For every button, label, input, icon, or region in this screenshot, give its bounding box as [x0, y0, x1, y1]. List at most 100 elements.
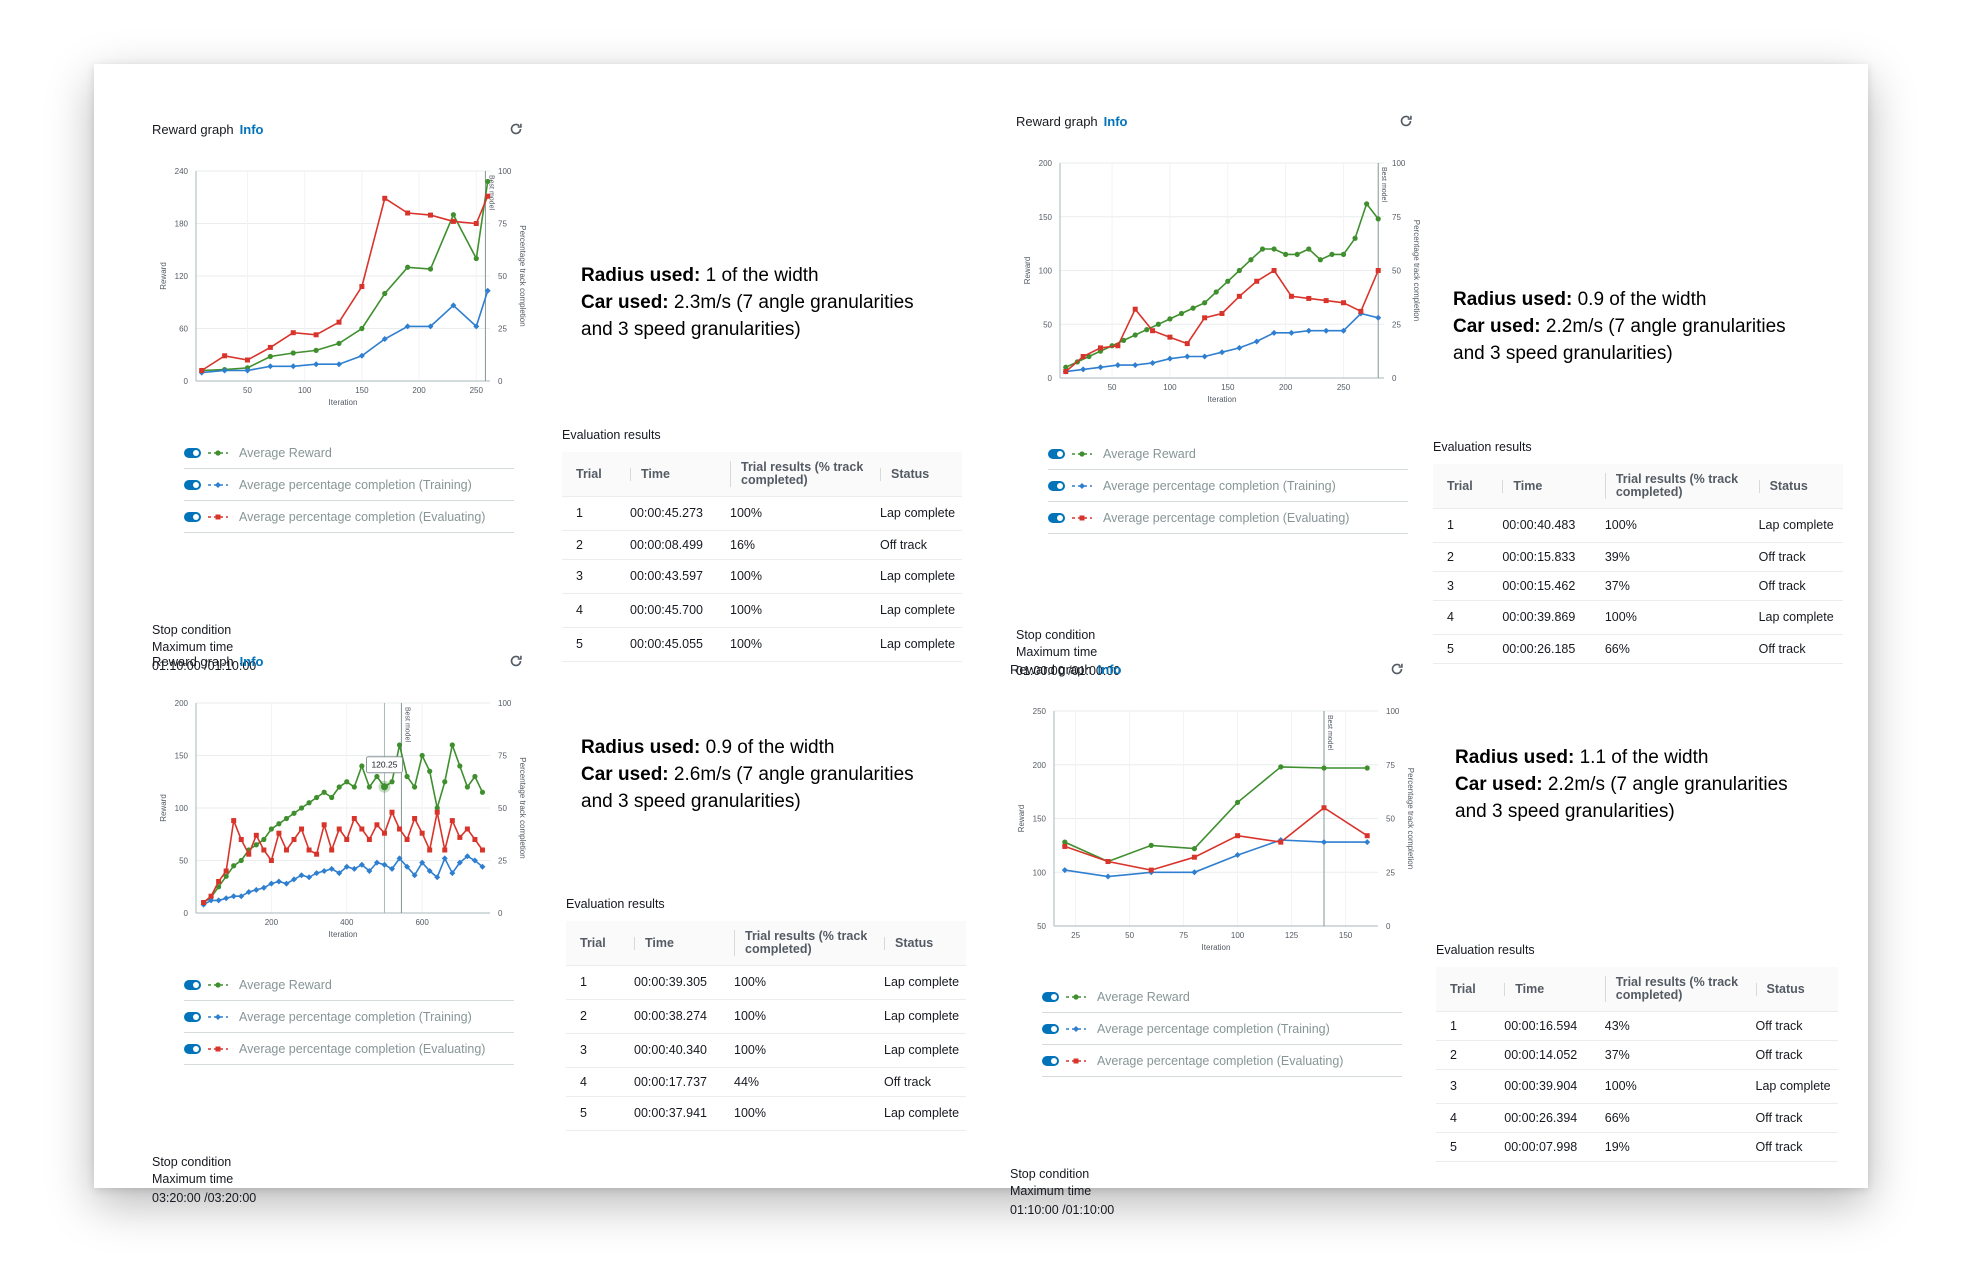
toggle-switch[interactable]: [184, 979, 201, 990]
legend-item: Average percentage completion (Evaluatin…: [1042, 1045, 1402, 1077]
reward-graph-chart: 50 100 150 200 250 0 25 50 75 100 25 50 75 100 125 150 I…: [1017, 707, 1415, 952]
evaluation-results-title: Evaluation results: [566, 897, 665, 911]
panel-top-right: Reward graph Info 0 50 100 150 200 0 25 50 75 100 5…: [1016, 114, 1866, 678]
y2-tick-label: 0: [1392, 374, 1397, 383]
data-point: [238, 837, 244, 842]
data-point: [450, 212, 456, 218]
data-point: [1283, 251, 1289, 257]
chart-legend: Average Reward Average percentage complet…: [1048, 438, 1408, 534]
radius-label: Radius used:: [1455, 747, 1575, 768]
column-header: Status: [1744, 464, 1843, 509]
table-cell: 4: [1433, 600, 1489, 635]
legend-item: Average Reward: [1048, 438, 1408, 470]
y2-axis-label: Percentage track completion: [518, 757, 527, 858]
data-point: [457, 834, 463, 840]
data-point: [314, 851, 320, 857]
data-point: [397, 826, 403, 832]
toggle-switch[interactable]: [1048, 480, 1065, 491]
toggle-switch[interactable]: [1042, 1023, 1059, 1034]
info-link[interactable]: Info: [240, 654, 264, 669]
legend-marker: [215, 514, 221, 519]
data-point: [1080, 354, 1086, 359]
info-link[interactable]: Info: [240, 122, 264, 137]
table-cell: 00:00:45.700: [616, 593, 716, 628]
table-cell: 2: [1436, 1040, 1491, 1070]
refresh-icon[interactable]: [509, 122, 523, 136]
table-row: 1 00:00:39.305 100% Lap complete: [566, 965, 966, 1000]
data-point: [1190, 305, 1196, 311]
refresh-icon[interactable]: [1390, 662, 1404, 676]
data-point: [351, 865, 358, 872]
toggle-switch[interactable]: [184, 479, 201, 490]
series-line: [203, 742, 484, 904]
column-header: Trial results (% track completed): [1590, 464, 1745, 509]
legend-item: Average Reward: [184, 969, 514, 1001]
composite-card: Reward graph Info 0 60 120 180 240 0 25 50 75 100 5…: [94, 64, 1868, 1217]
reward-graph-title: Reward graph Info: [1016, 114, 1127, 129]
toggle-switch[interactable]: [1048, 512, 1065, 523]
data-point: [442, 847, 448, 853]
config-description: Radius used: 1 of the width Car used: 2.…: [581, 262, 914, 343]
data-point: [1201, 353, 1208, 360]
table-header-row: Trial Time Trial results (% track complete…: [562, 452, 962, 497]
info-link[interactable]: Info: [1098, 662, 1122, 677]
x-tick-label: 200: [1279, 383, 1293, 392]
y2-tick-label: 0: [1386, 922, 1391, 931]
table-row: 2 00:00:08.499 16% Off track: [562, 530, 962, 560]
car-value-line1: 2.6m/s (7 angle granularities: [673, 764, 914, 785]
toggle-switch[interactable]: [184, 447, 201, 458]
legend-swatch-icon: [1066, 1058, 1086, 1063]
legend-marker: [215, 1013, 221, 1020]
toggle-switch[interactable]: [184, 511, 201, 522]
toggle-switch[interactable]: [184, 1043, 201, 1054]
toggle-switch[interactable]: [1042, 1055, 1059, 1066]
table-cell: Lap complete: [1741, 1069, 1838, 1104]
legend-marker: [215, 449, 221, 456]
data-point: [276, 821, 282, 827]
stop-condition-label: Stop condition: [1016, 628, 1096, 642]
data-point: [313, 347, 319, 353]
legend-item: Average percentage completion (Training): [1048, 470, 1408, 502]
table-row: 3 00:00:40.340 100% Lap complete: [566, 1033, 966, 1068]
table-row: 5 00:00:07.998 19% Off track: [1436, 1132, 1838, 1162]
table-cell: Lap complete: [870, 965, 966, 1000]
data-point: [1352, 235, 1358, 241]
table-row: 1 00:00:16.594 43% Off track: [1436, 1011, 1838, 1041]
data-point: [1271, 268, 1277, 273]
data-point: [404, 773, 410, 780]
toggle-switch[interactable]: [1042, 991, 1059, 1002]
table-cell: 00:00:39.904: [1490, 1069, 1591, 1104]
toggle-switch[interactable]: [184, 1011, 201, 1022]
y-tick-label: 180: [175, 220, 189, 229]
reward-graph-title-text: Reward graph: [1016, 114, 1098, 129]
refresh-icon[interactable]: [1399, 114, 1413, 128]
data-point: [479, 847, 485, 853]
y-tick-label: 120: [175, 272, 189, 281]
table-cell: 00:00:08.499: [616, 530, 716, 560]
y-tick-label: 150: [1039, 213, 1053, 222]
radius-value: 0.9 of the width: [1577, 289, 1707, 310]
data-point: [427, 768, 433, 774]
table-cell: Lap complete: [866, 593, 962, 628]
table-row: 2 00:00:38.274 100% Lap complete: [566, 999, 966, 1034]
legend-label: Average Reward: [239, 445, 332, 460]
table-cell: 3: [562, 559, 616, 594]
data-point: [1306, 246, 1312, 252]
y-tick-label: 150: [175, 752, 189, 761]
radius-value: 1 of the width: [705, 265, 819, 286]
toggle-switch[interactable]: [1048, 448, 1065, 459]
data-point: [419, 830, 425, 836]
y-axis-label: Reward: [159, 262, 168, 290]
legend-swatch-icon: [208, 981, 228, 988]
data-point: [1375, 268, 1381, 273]
info-link[interactable]: Info: [1104, 114, 1128, 129]
legend-label: Average Reward: [1103, 446, 1196, 461]
data-point: [1063, 369, 1069, 375]
data-point: [351, 784, 357, 790]
data-point: [1166, 355, 1173, 362]
table-cell: 100%: [1590, 508, 1745, 543]
table-row: 3 00:00:39.904 100% Lap complete: [1436, 1069, 1838, 1104]
refresh-icon[interactable]: [509, 654, 523, 668]
data-point: [344, 837, 350, 842]
data-point: [1098, 345, 1103, 351]
